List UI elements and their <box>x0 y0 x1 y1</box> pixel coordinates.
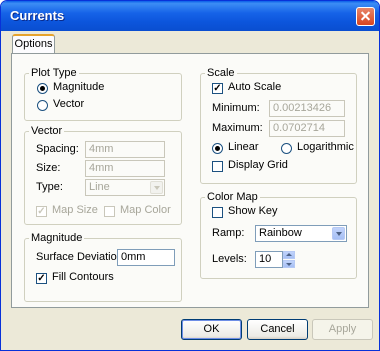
cancel-button[interactable]: Cancel <box>247 319 308 340</box>
linear-radio[interactable] <box>212 143 223 154</box>
cancel-button-label: Cancel <box>260 323 295 335</box>
size-label: Size: <box>36 162 61 174</box>
vector-group: Vector Spacing: 4mm Size: 4mm Type: Line… <box>24 125 182 225</box>
tab-options[interactable]: Options <box>12 34 55 54</box>
levels-spinner[interactable] <box>283 251 295 268</box>
minimum-field[interactable]: 0.00213426 <box>269 100 345 117</box>
check-mark-icon: ✓ <box>37 273 46 284</box>
color-map-group: Color Map Show Key Ramp: Rainbow Levels:… <box>200 191 357 279</box>
surface-deviation-value: 0mm <box>121 251 146 263</box>
fill-contours-label: Fill Contours <box>52 271 114 283</box>
close-button[interactable] <box>356 7 375 26</box>
ramp-value: Rainbow <box>259 227 302 239</box>
vector-radio[interactable] <box>37 100 48 111</box>
levels-up-button[interactable] <box>283 251 295 259</box>
ok-button-label: OK <box>203 323 220 335</box>
display-grid-label: Display Grid <box>228 159 288 171</box>
scale-legend: Scale <box>207 67 235 79</box>
levels-value: 10 <box>259 253 272 265</box>
map-size-label: Map Size <box>52 204 98 216</box>
magnitude-radio[interactable] <box>37 83 48 94</box>
magnitude-legend: Magnitude <box>31 232 83 244</box>
logarithmic-radio[interactable] <box>281 143 292 154</box>
spacing-label: Spacing: <box>36 143 79 155</box>
ramp-select[interactable]: Rainbow <box>255 225 347 242</box>
surface-deviation-field[interactable]: 0mm <box>117 249 175 266</box>
scale-group: Scale ✓ Auto Scale Minimum: 0.00213426 M… <box>200 67 357 184</box>
vector-legend: Vector <box>31 125 63 137</box>
apply-button[interactable]: Apply <box>312 319 373 340</box>
maximum-value: 0.0702714 <box>273 122 325 134</box>
ramp-label: Ramp: <box>212 227 245 239</box>
display-grid-checkbox[interactable] <box>212 161 223 172</box>
title-bar[interactable]: Currents <box>1 1 379 31</box>
auto-scale-label: Auto Scale <box>228 81 282 93</box>
show-key-checkbox[interactable] <box>212 207 223 218</box>
minimum-value: 0.00213426 <box>273 102 332 114</box>
map-color-checkbox[interactable] <box>104 206 115 217</box>
size-value: 4mm <box>89 162 114 174</box>
map-color-label: Map Color <box>120 204 171 216</box>
check-mark-icon: ✓ <box>37 206 46 217</box>
tab-options-label: Options <box>14 38 53 50</box>
window-title: Currents <box>10 8 65 23</box>
vector-radio-label: Vector <box>53 98 85 110</box>
surface-deviation-label: Surface Deviation: <box>36 251 126 263</box>
options-panel: Plot Type Magnitude Vector Vector Spacin… <box>11 53 369 308</box>
maximum-field[interactable]: 0.0702714 <box>269 120 345 137</box>
ramp-dropdown-button[interactable] <box>332 227 345 240</box>
minimum-label: Minimum: <box>212 102 260 114</box>
magnitude-radio-label: Magnitude <box>53 81 105 93</box>
type-dropdown-button[interactable] <box>150 181 163 194</box>
show-key-label: Show Key <box>228 205 278 217</box>
linear-radio-label: Linear <box>228 141 259 153</box>
type-label: Type: <box>36 181 63 193</box>
map-size-checkbox[interactable]: ✓ <box>36 206 47 217</box>
maximum-label: Maximum: <box>212 122 263 134</box>
fill-contours-checkbox[interactable]: ✓ <box>36 273 47 284</box>
type-select[interactable]: Line <box>85 179 165 196</box>
size-field[interactable]: 4mm <box>85 160 165 177</box>
levels-label: Levels: <box>212 253 247 265</box>
levels-field[interactable]: 10 <box>255 251 283 268</box>
auto-scale-checkbox[interactable]: ✓ <box>212 83 223 94</box>
logarithmic-radio-label: Logarithmic <box>297 141 354 153</box>
ok-button[interactable]: OK <box>181 319 242 340</box>
apply-button-label: Apply <box>328 323 357 335</box>
type-value: Line <box>89 181 110 193</box>
color-map-legend: Color Map <box>207 191 258 203</box>
magnitude-group: Magnitude Surface Deviation: 0mm ✓ Fill … <box>24 232 182 302</box>
check-mark-icon: ✓ <box>213 83 222 94</box>
plot-type-group: Plot Type Magnitude Vector <box>24 67 182 121</box>
currents-dialog: Currents Options Plot Type Magnitude Vec… <box>0 0 380 351</box>
plot-type-legend: Plot Type <box>31 67 77 79</box>
spacing-field[interactable]: 4mm <box>85 141 165 158</box>
levels-down-button[interactable] <box>283 260 295 268</box>
spacing-value: 4mm <box>89 143 114 155</box>
